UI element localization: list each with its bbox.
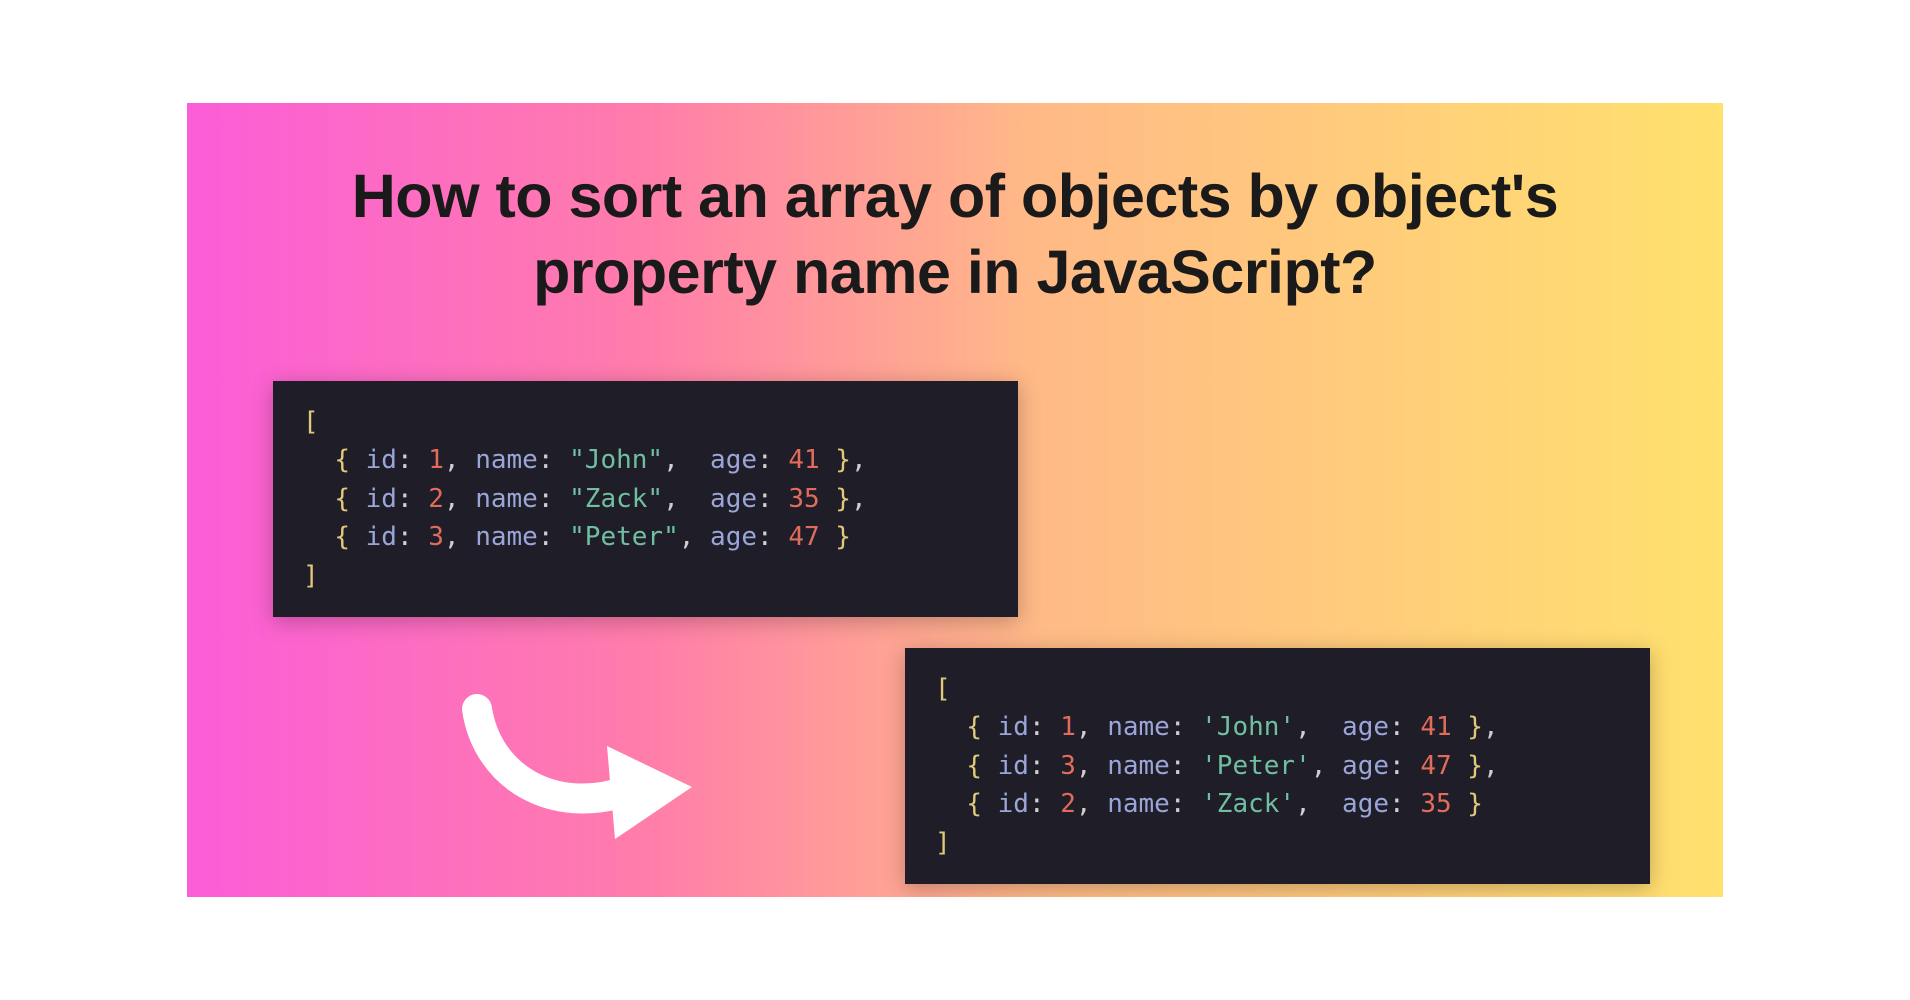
code-before: [ { id: 1, name: "John", age: 41 }, { id… <box>273 381 1018 617</box>
code-after: [ { id: 1, name: 'John', age: 41 }, { id… <box>905 648 1650 884</box>
title-text: How to sort an array of objects by objec… <box>187 158 1723 311</box>
arrow-icon <box>457 691 717 841</box>
tutorial-graphic: How to sort an array of objects by objec… <box>187 103 1723 897</box>
